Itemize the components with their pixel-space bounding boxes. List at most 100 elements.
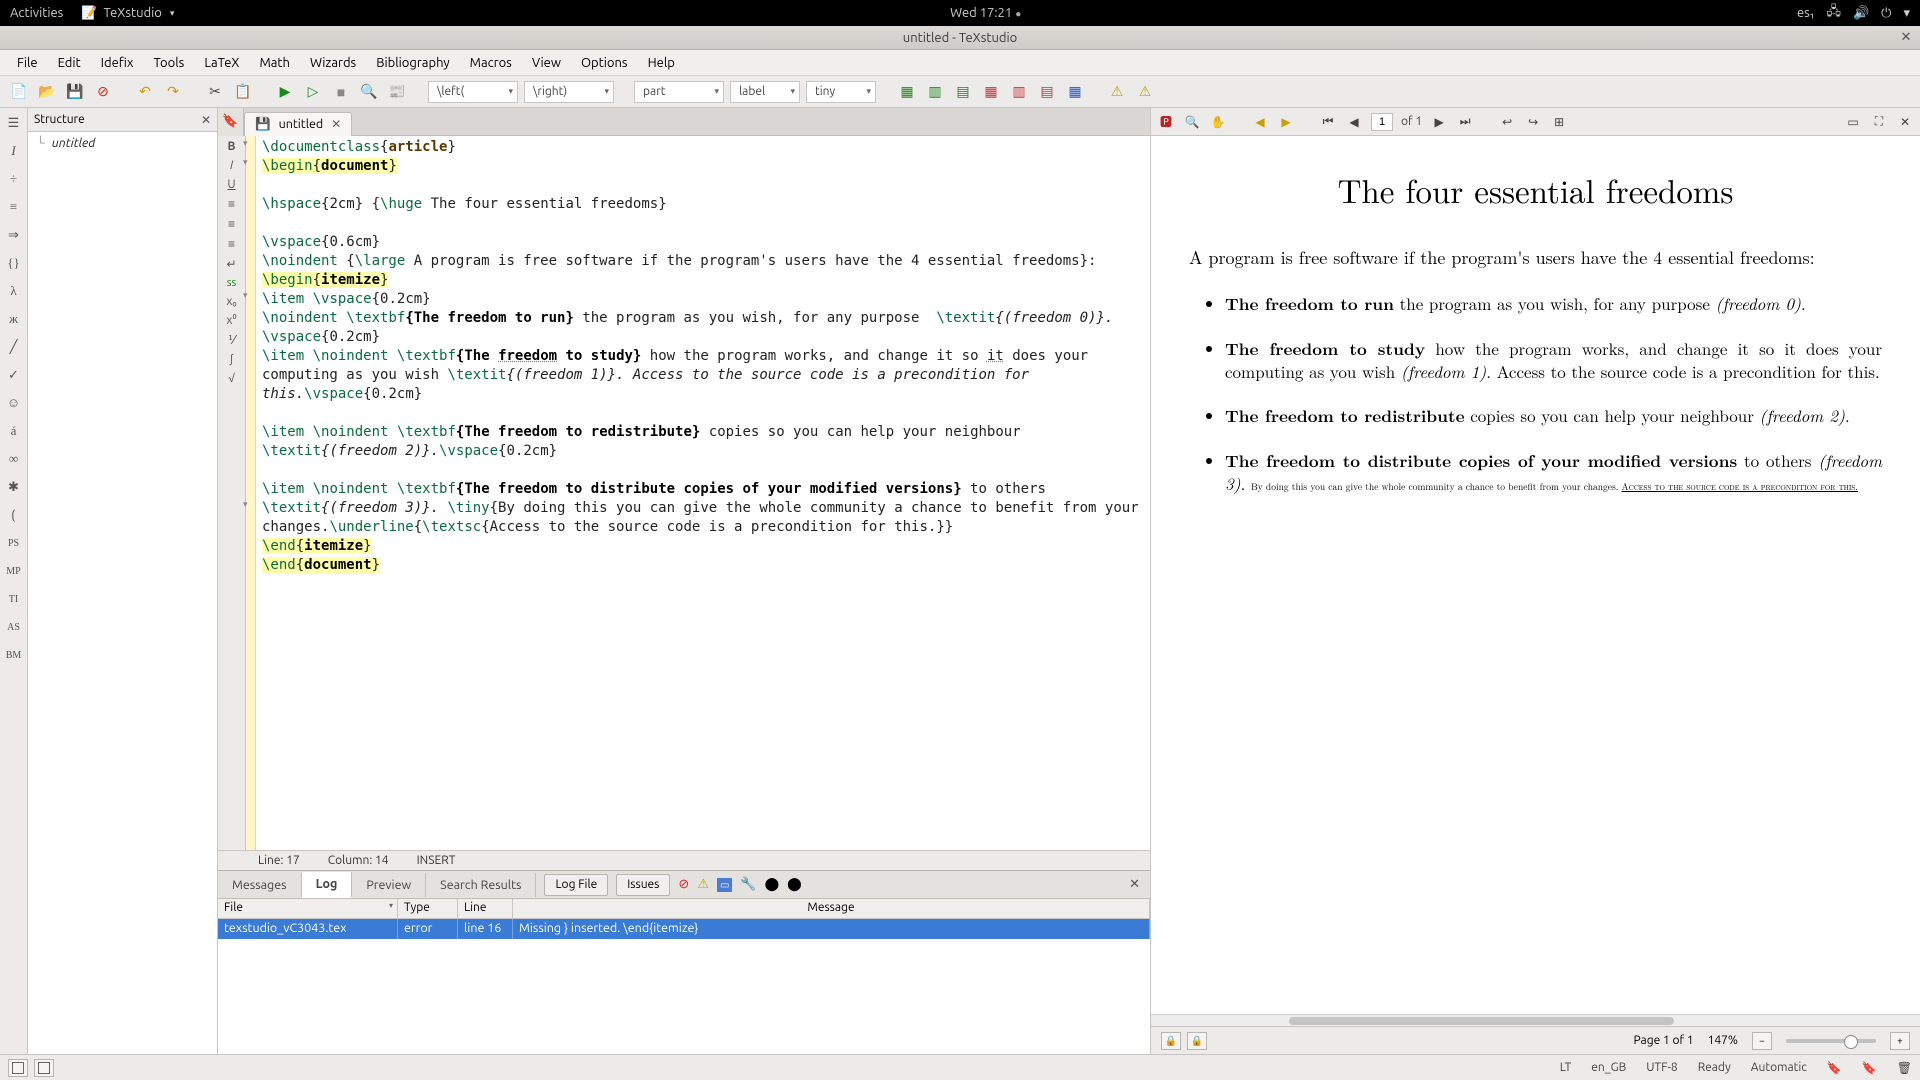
zoom-slider[interactable]	[1786, 1039, 1876, 1043]
braces-icon[interactable]: {}	[4, 254, 24, 272]
sup-icon[interactable]: x⁰	[226, 314, 236, 327]
table-icon-2[interactable]: ▥	[924, 81, 946, 103]
delimiter-right-combo[interactable]: \right)	[524, 81, 614, 103]
tab-close-button[interactable]: ✕	[331, 117, 341, 131]
ss-icon[interactable]: ss	[227, 277, 237, 289]
sqrt-icon[interactable]: √	[228, 372, 235, 385]
logtab-messages[interactable]: Messages	[218, 873, 302, 897]
part-icon[interactable]: ☰	[4, 114, 24, 132]
logtab-search[interactable]: Search Results	[426, 873, 536, 897]
bar-icon[interactable]: ╱	[4, 338, 24, 356]
menu-latex[interactable]: LaTeX	[195, 53, 248, 73]
star-icon[interactable]: ✱	[4, 478, 24, 496]
table-icon-7[interactable]: ▦	[1064, 81, 1086, 103]
open-file-icon[interactable]: 📂	[36, 81, 58, 103]
zoom-in-button[interactable]: +	[1890, 1032, 1910, 1050]
fullscreen-icon[interactable]: ⛶	[1870, 113, 1888, 131]
activities-button[interactable]: Activities	[10, 6, 63, 20]
align-center-icon[interactable]: ≡	[228, 217, 235, 231]
sectioning-combo[interactable]: part	[634, 81, 724, 103]
preview-hscrollbar[interactable]	[1151, 1014, 1920, 1026]
menu-options[interactable]: Options	[572, 53, 637, 73]
menu-bibliography[interactable]: Bibliography	[367, 53, 458, 73]
auto-indicator[interactable]: Automatic	[1751, 1061, 1807, 1074]
structure-doc-item[interactable]: untitled	[34, 136, 211, 150]
lang-indicator[interactable]: en_GB	[1591, 1061, 1626, 1074]
pdf-icon[interactable]: 🅿	[1157, 113, 1175, 131]
layout-2-icon[interactable]	[34, 1059, 54, 1077]
col-type[interactable]: Type	[398, 899, 458, 918]
col-file[interactable]: File	[218, 899, 398, 918]
underline-icon[interactable]: U	[227, 178, 235, 191]
delimiter-left-combo[interactable]: \left(	[428, 81, 518, 103]
lock-zoom-icon[interactable]: 🔒	[1161, 1032, 1181, 1050]
close-file-icon[interactable]: ⊘	[92, 81, 114, 103]
ps-icon[interactable]: PS	[4, 534, 24, 552]
prev-diff-icon[interactable]: ◀	[1251, 113, 1269, 131]
undo-icon[interactable]: ↶	[134, 81, 156, 103]
bm-icon[interactable]: BM	[4, 646, 24, 664]
layout-1-icon[interactable]	[8, 1059, 28, 1077]
hand-icon[interactable]: ✋	[1209, 113, 1227, 131]
filter-icon-2[interactable]: ⬤	[765, 877, 780, 892]
sync-back-icon[interactable]: ↩	[1498, 113, 1516, 131]
menu-math[interactable]: Math	[250, 53, 299, 73]
filter-icon-1[interactable]: 🔧	[740, 877, 756, 892]
col-message[interactable]: Message	[513, 899, 1150, 918]
lt-indicator[interactable]: LT	[1560, 1061, 1572, 1074]
cut-icon[interactable]: ✂	[204, 81, 226, 103]
logfile-button[interactable]: Log File	[544, 874, 608, 896]
structure-close-button[interactable]: ✕	[201, 113, 211, 127]
build-run-icon[interactable]: ▶	[274, 81, 296, 103]
frac-icon[interactable]: ÷	[4, 170, 24, 188]
log-close-button[interactable]: ✕	[1119, 877, 1150, 892]
menu-file[interactable]: File	[8, 53, 47, 73]
search-icon[interactable]: 🔍	[1183, 113, 1201, 131]
list-icon[interactable]: ≡	[4, 198, 24, 216]
italic-icon[interactable]: I	[230, 159, 233, 172]
ti-icon[interactable]: TI	[4, 590, 24, 608]
last-page-icon[interactable]: ⏭	[1456, 113, 1474, 131]
clock[interactable]: Wed 17:21 ●	[950, 6, 1021, 20]
bookmark-1-icon[interactable]: 🔖	[1827, 1061, 1842, 1075]
preview-close-icon[interactable]: ✕	[1896, 113, 1914, 131]
table-icon-3[interactable]: ▤	[952, 81, 974, 103]
new-file-icon[interactable]: 📄	[8, 81, 30, 103]
as-icon[interactable]: AS	[4, 618, 24, 636]
chapter-icon[interactable]: I	[4, 142, 24, 160]
editor-tab-untitled[interactable]: 💾 untitled ✕	[244, 112, 352, 136]
menu-idefix[interactable]: Idefix	[92, 53, 143, 73]
zoom-out-button[interactable]: −	[1752, 1032, 1772, 1050]
lambda-icon[interactable]: λ	[4, 282, 24, 300]
volume-icon[interactable]: 🔊	[1853, 6, 1869, 21]
issues-button[interactable]: Issues	[616, 874, 670, 896]
filter-icon-3[interactable]: ⬤	[787, 877, 802, 892]
sub-icon[interactable]: x₀	[226, 295, 236, 308]
check-icon[interactable]: ✓	[4, 366, 24, 384]
menu-view[interactable]: View	[523, 53, 570, 73]
frac2-icon[interactable]: ⅟	[228, 333, 235, 347]
menu-macros[interactable]: Macros	[461, 53, 521, 73]
fontsize-combo[interactable]: tiny	[806, 81, 876, 103]
menu-help[interactable]: Help	[639, 53, 684, 73]
next-diff-icon[interactable]: ▶	[1277, 113, 1295, 131]
redo-icon[interactable]: ↷	[162, 81, 184, 103]
error-filter-icon[interactable]: ⊘	[678, 877, 689, 892]
encoding-indicator[interactable]: UTF-8	[1646, 1061, 1677, 1074]
view-log-icon[interactable]: 🔍	[358, 81, 380, 103]
ref-combo[interactable]: label	[730, 81, 800, 103]
network-icon[interactable]: 🖧	[1826, 2, 1841, 24]
page-input[interactable]	[1371, 113, 1393, 131]
power-icon[interactable]: ⏻	[1881, 6, 1891, 21]
table-icon-5[interactable]: ▥	[1008, 81, 1030, 103]
prev-page-icon[interactable]: ◀	[1345, 113, 1363, 131]
align-right-icon[interactable]: ≡	[228, 237, 235, 251]
align-left-icon[interactable]: ≡	[228, 197, 235, 211]
arrow-icon[interactable]: ⇒	[4, 226, 24, 244]
fit-icon[interactable]: ⊞	[1550, 113, 1568, 131]
save-file-icon[interactable]: 💾	[64, 81, 86, 103]
badbox-filter-icon[interactable]: ▭	[717, 878, 732, 892]
pdf-page[interactable]: The four essential freedoms A program is…	[1151, 136, 1920, 1014]
infinity-icon[interactable]: ∞	[4, 450, 24, 468]
app-menu[interactable]: 📝 TeXstudio	[81, 6, 174, 21]
